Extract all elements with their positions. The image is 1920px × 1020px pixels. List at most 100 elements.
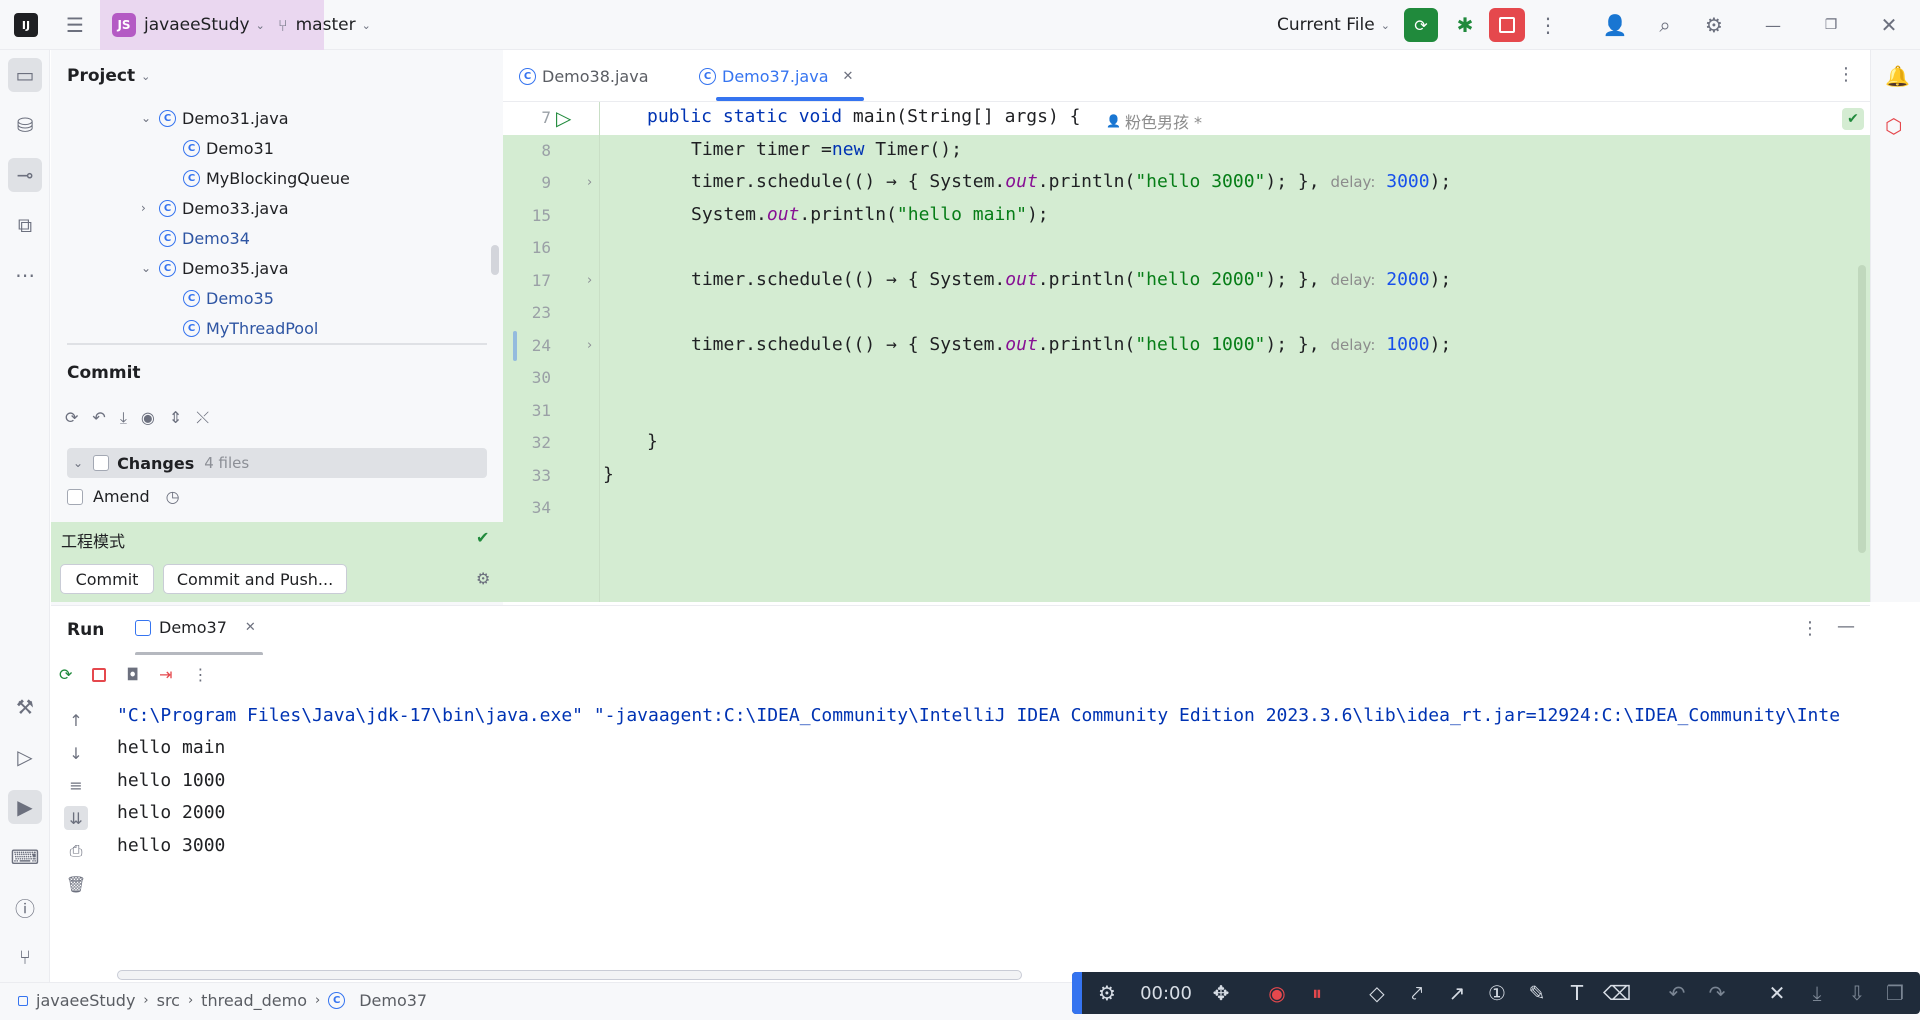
editor-scrollbar[interactable] — [1858, 265, 1866, 553]
more-actions-icon[interactable]: ⋮ — [1536, 10, 1560, 40]
run-console[interactable]: ⟳ ◘ ⇥ ⋮ — [51, 655, 1870, 980]
pause-icon[interactable]: ⏸ — [1300, 972, 1334, 1014]
redo-icon[interactable]: ↷ — [1700, 972, 1734, 1014]
build-hammer-icon[interactable]: ⚒ — [8, 690, 42, 724]
print-icon[interactable]: ⎙ — [64, 839, 88, 863]
preview-eye-icon[interactable]: ◉ — [141, 408, 155, 428]
history-clock-icon[interactable]: ◷ — [166, 487, 180, 506]
update-icon[interactable]: ⤓ — [120, 408, 127, 428]
tree-item[interactable]: ⌄ C Demo31.java — [141, 103, 289, 133]
close-icon[interactable]: ✕ — [1872, 10, 1906, 40]
tree-item[interactable]: › C Demo33.java — [141, 193, 289, 223]
hide-panel-icon[interactable]: — — [1837, 616, 1855, 637]
run-config-selector[interactable]: Current File ⌄ — [1277, 0, 1390, 50]
run-tool-icon[interactable]: ▶ — [8, 790, 42, 824]
recorder-drag-handle[interactable] — [1072, 972, 1082, 1014]
commit-options-gear-icon[interactable]: ⚙ — [476, 569, 490, 588]
tab-options-icon[interactable]: ⋮ — [1837, 64, 1855, 85]
exit-icon[interactable]: ⇥ — [159, 665, 172, 684]
console-horizontal-scrollbar[interactable] — [117, 970, 1022, 980]
more-tools-icon[interactable]: ⋯ — [8, 258, 42, 292]
scroll-up-icon[interactable]: ↑ — [64, 708, 88, 732]
tab-demo37[interactable]: C Demo37.java ✕ — [699, 50, 853, 102]
run-tab-close-icon[interactable]: ✕ — [245, 620, 256, 635]
changes-checkbox[interactable] — [93, 455, 110, 471]
rerun-icon[interactable]: ⟳ — [1404, 8, 1438, 42]
download-icon[interactable]: ⤓ — [1800, 972, 1834, 1014]
run-options-icon[interactable]: ⋮ — [1801, 618, 1819, 639]
arrow-tool-icon[interactable]: ↗ — [1440, 972, 1474, 1014]
screenshot-camera-icon[interactable]: ◘ — [126, 665, 139, 684]
debug-bug-icon[interactable]: ✱ — [1448, 8, 1482, 42]
commit-icon[interactable]: ⊸ — [8, 158, 42, 192]
commit-message-area[interactable]: 工程模式 ✔ Commit Commit and Push... ⚙ — [51, 522, 503, 602]
move-arrows-icon[interactable]: ✥ — [1204, 972, 1238, 1014]
notifications-bell-icon[interactable]: 🔔 — [1885, 64, 1910, 88]
restore-icon[interactable]: ❐ — [1814, 10, 1848, 40]
main-menu-icon[interactable]: ☰ — [60, 10, 90, 40]
inspection-ok-icon[interactable]: ✔ — [1842, 108, 1864, 130]
tab-demo38[interactable]: C Demo38.java — [519, 50, 649, 102]
git-icon[interactable]: ⑂ — [8, 940, 42, 974]
run-gutter-icon[interactable]: ▷ — [556, 106, 571, 130]
collapse-all-icon[interactable]: ⤬ — [196, 408, 209, 428]
fold-icon[interactable]: › — [587, 175, 592, 190]
project-folder-icon[interactable]: ▭ — [8, 58, 42, 92]
minimize-icon[interactable]: — — [1756, 10, 1790, 40]
tree-item[interactable]: C MyThreadPool — [183, 313, 318, 343]
copy-icon[interactable]: ❐ — [1878, 972, 1912, 1014]
changes-row[interactable]: ⌄ Changes 4 files — [67, 448, 487, 478]
amend-checkbox[interactable] — [67, 488, 83, 505]
tab-close-icon[interactable]: ✕ — [843, 69, 854, 84]
breadcrumb-item[interactable]: Demo37 — [359, 991, 427, 1010]
text-tool-icon[interactable]: T — [1560, 972, 1594, 1014]
add-user-icon[interactable]: 👤 — [1598, 10, 1632, 40]
fold-icon[interactable]: › — [587, 338, 592, 353]
structure-icon[interactable]: ⧉ — [8, 208, 42, 242]
clear-trash-icon[interactable]: 🗑 — [64, 872, 88, 896]
refresh-icon[interactable]: ⟳ — [65, 408, 78, 428]
search-icon[interactable]: ⌕ — [1648, 10, 1682, 40]
recorder-close-icon[interactable]: ✕ — [1760, 972, 1794, 1014]
undo-icon[interactable]: ↶ — [1660, 972, 1694, 1014]
breadcrumb-item[interactable]: javaeeStudy — [36, 991, 135, 1010]
branch-switcher[interactable]: ⑂ master ⌄ — [278, 0, 371, 50]
number-marker-icon[interactable]: ① — [1480, 972, 1514, 1014]
fold-icon[interactable]: › — [587, 273, 592, 288]
terminal-icon[interactable]: ⌨ — [8, 840, 42, 874]
tree-item[interactable]: C Demo31 — [183, 133, 274, 163]
database-icon[interactable]: ⛁ — [8, 108, 42, 142]
author-hint[interactable]: 👤 粉色男孩 * — [1106, 109, 1202, 133]
record-icon[interactable]: ◉ — [1260, 972, 1294, 1014]
stop-icon[interactable] — [92, 667, 107, 682]
breadcrumb-item[interactable]: thread_demo — [201, 991, 307, 1010]
settings-gear-icon[interactable]: ⚙ — [1697, 10, 1731, 40]
save-icon[interactable]: ⇩ — [1840, 972, 1874, 1014]
shapes-icon[interactable]: ◇ — [1360, 972, 1394, 1014]
project-panel-header[interactable]: Project ⌄ — [67, 66, 150, 86]
problems-icon[interactable]: ⓘ — [8, 890, 42, 924]
tree-item[interactable]: C MyBlockingQueue — [183, 163, 350, 193]
scroll-to-end-icon[interactable]: ⇊ — [64, 806, 88, 830]
soft-wrap-icon[interactable]: ≡ — [64, 773, 88, 797]
polyline-icon[interactable]: ⤤ — [1400, 972, 1434, 1014]
pen-icon[interactable]: ✎ — [1520, 972, 1554, 1014]
expand-all-icon[interactable]: ⇕ — [169, 408, 182, 428]
run-tab-demo37[interactable]: Demo37 ✕ — [135, 618, 256, 637]
tree-item[interactable]: C Demo34 — [159, 223, 250, 253]
eraser-icon[interactable]: ⌫ — [1600, 972, 1634, 1014]
tree-item[interactable]: C Demo35 — [183, 283, 274, 313]
services-icon[interactable]: ▷ — [8, 740, 42, 774]
breadcrumb-item[interactable]: src — [157, 991, 180, 1010]
commit-and-push-button[interactable]: Commit and Push... — [163, 564, 347, 594]
more-icon[interactable]: ⋮ — [192, 665, 208, 684]
scroll-down-icon[interactable]: ↓ — [64, 741, 88, 765]
rollback-icon[interactable]: ↶ — [92, 408, 105, 428]
rerun-icon[interactable]: ⟳ — [59, 665, 72, 684]
stop-button[interactable] — [1489, 8, 1525, 42]
ai-assistant-icon[interactable]: ⬡ — [1885, 114, 1902, 138]
recorder-settings-gear-icon[interactable]: ⚙ — [1090, 972, 1124, 1014]
tree-item[interactable]: ⌄ C Demo35.java — [141, 253, 289, 283]
project-scrollbar[interactable] — [491, 245, 499, 275]
commit-button[interactable]: Commit — [60, 564, 154, 594]
